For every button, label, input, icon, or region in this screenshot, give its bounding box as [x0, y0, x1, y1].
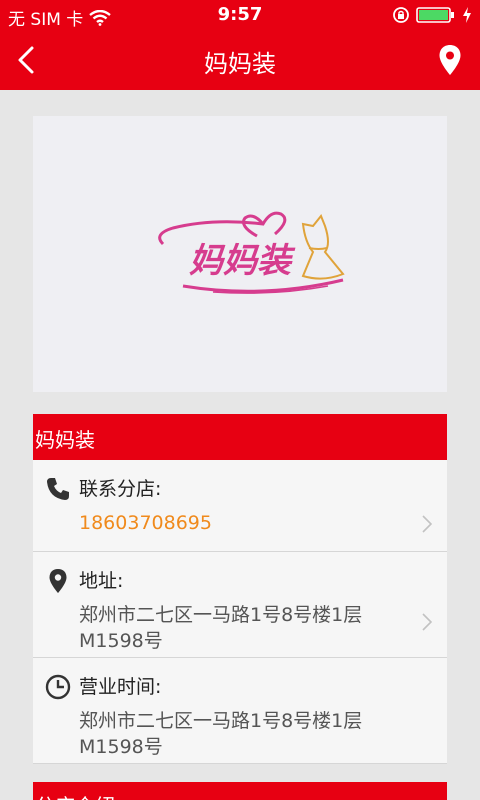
nav-bar: 妈妈装 — [0, 30, 480, 90]
chevron-right-icon — [422, 613, 433, 631]
logo-text: 妈妈装 — [189, 241, 296, 281]
address-value: 郑州市二七区一马路1号8号楼1层M1598号 — [79, 604, 363, 652]
chevron-right-icon — [422, 515, 433, 533]
store-name-header: 妈妈装 — [33, 414, 447, 460]
contact-label: 联系分店: — [79, 478, 162, 500]
hours-label: 营业时间: — [79, 676, 162, 698]
charging-icon — [463, 7, 471, 23]
status-icons — [392, 6, 472, 24]
address-row[interactable]: 地址: 郑州市二七区一马路1号8号楼1层M1598号 — [33, 552, 447, 658]
rotation-lock-icon — [393, 7, 409, 23]
phone-icon — [47, 478, 69, 500]
page-title: 妈妈装 — [204, 50, 276, 78]
clock-icon — [45, 674, 71, 700]
location-pin-icon — [49, 569, 67, 593]
location-pin-icon[interactable] — [438, 44, 462, 76]
address-label: 地址: — [79, 570, 124, 592]
hours-value: 郑州市二七区一马路1号8号楼1层M1598号 — [79, 710, 363, 758]
status-bar: 无 SIM 卡 9:57 — [0, 0, 480, 30]
phone-number[interactable]: 18603708695 — [79, 510, 419, 536]
branch-intro-header: 分店介绍 — [33, 782, 447, 800]
brand-logo: 妈妈装 — [158, 211, 345, 294]
store-banner: 妈妈装 — [33, 116, 447, 392]
hours-row: 营业时间: 郑州市二七区一马路1号8号楼1层M1598号 — [33, 658, 447, 764]
contact-row[interactable]: 联系分店: 18603708695 — [33, 460, 447, 552]
battery-icon — [416, 7, 454, 23]
